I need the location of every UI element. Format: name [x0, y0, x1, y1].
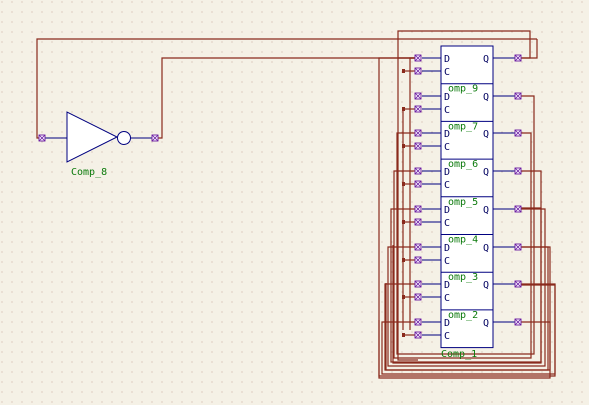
register-label: Comp_1 — [441, 349, 477, 360]
cell-instance-label: omp_3 — [448, 272, 478, 283]
pin-label-c: C — [444, 293, 450, 304]
pin-d[interactable] — [414, 280, 422, 288]
pin-label-c: C — [444, 331, 450, 342]
pin-q[interactable] — [514, 92, 522, 100]
pin-d[interactable] — [414, 92, 422, 100]
cell-instance-label: omp_7 — [448, 121, 478, 132]
pin-label-q: Q — [483, 92, 489, 103]
pin-d[interactable] — [414, 167, 422, 175]
schematic-canvas[interactable]: Comp_8 DCQDCQomp_9DCQomp_7DCQomp_6DCQomp… — [0, 0, 589, 405]
pin-label-c: C — [444, 105, 450, 116]
junction-dot — [402, 333, 405, 337]
junction-dot — [402, 69, 405, 73]
pin-d[interactable] — [414, 318, 422, 326]
inverter-bubble — [117, 131, 131, 145]
pin-label-d: D — [444, 54, 450, 65]
pin-d[interactable] — [414, 129, 422, 137]
pin-c[interactable] — [414, 218, 422, 226]
pin-label-q: Q — [483, 54, 489, 65]
pin-d[interactable] — [414, 54, 422, 62]
pin-q[interactable] — [514, 205, 522, 213]
pin-q[interactable] — [514, 167, 522, 175]
pin-q[interactable] — [514, 318, 522, 326]
pin-d[interactable] — [414, 243, 422, 251]
pin-label-q: Q — [483, 205, 489, 216]
pin-c[interactable] — [414, 293, 422, 301]
cell-instance-label: omp_9 — [448, 84, 478, 95]
pin-c[interactable] — [414, 105, 422, 113]
pin-c[interactable] — [414, 142, 422, 150]
pin-label-c: C — [444, 218, 450, 229]
cell-instance-label: omp_6 — [448, 159, 478, 170]
cell-instance-label: omp_5 — [448, 197, 478, 208]
pin-c[interactable] — [414, 180, 422, 188]
pin-label-q: Q — [483, 129, 489, 140]
pin-d[interactable] — [414, 205, 422, 213]
grid-background — [0, 0, 589, 405]
cell-instance-label: omp_4 — [448, 235, 478, 246]
cell-instance-label: omp_2 — [448, 310, 478, 321]
pin-label-c: C — [444, 180, 450, 191]
pin-label-c: C — [444, 67, 450, 78]
pin-label-q: Q — [483, 167, 489, 178]
pin-label-c: C — [444, 142, 450, 153]
inverter-output-pin[interactable] — [151, 134, 159, 142]
pin-c[interactable] — [414, 331, 422, 339]
pin-c[interactable] — [414, 67, 422, 75]
pin-label-q: Q — [483, 318, 489, 329]
pin-q[interactable] — [514, 280, 522, 288]
pin-label-q: Q — [483, 280, 489, 291]
inverter-input-pin[interactable] — [38, 134, 46, 142]
pin-c[interactable] — [414, 256, 422, 264]
pin-label-q: Q — [483, 243, 489, 254]
inverter-label: Comp_8 — [71, 167, 107, 178]
pin-label-c: C — [444, 256, 450, 267]
pin-q[interactable] — [514, 243, 522, 251]
pin-q[interactable] — [514, 129, 522, 137]
pin-q[interactable] — [514, 54, 522, 62]
